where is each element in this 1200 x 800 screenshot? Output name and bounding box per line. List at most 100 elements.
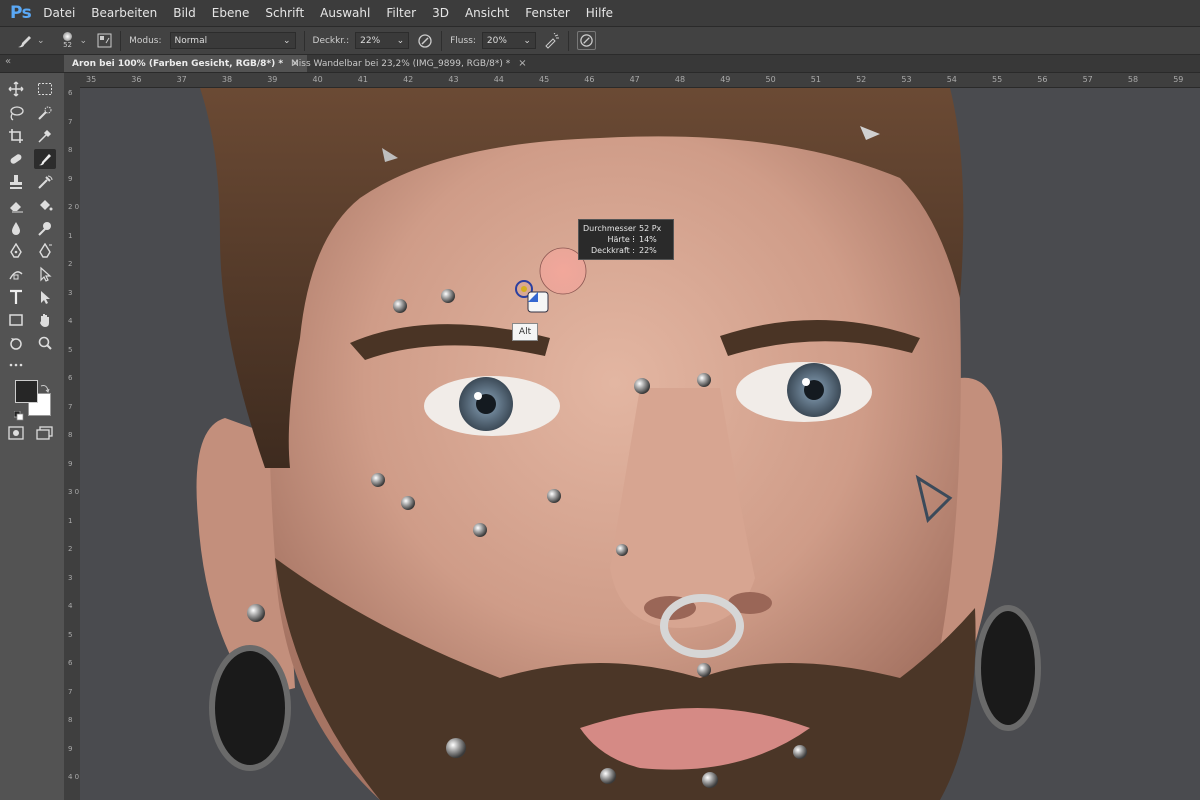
deckkraft-input[interactable]: 22% ⌄: [355, 32, 410, 49]
brush-icon[interactable]: [34, 149, 56, 169]
eyedropper-icon[interactable]: [34, 126, 56, 146]
brush-tip-icon: [63, 32, 73, 41]
pressure-opacity-icon[interactable]: [417, 33, 433, 49]
ruler-tick: 3 0: [68, 488, 80, 496]
ruler-tick: 45: [539, 75, 550, 84]
brush-panel-toggle-icon[interactable]: [97, 33, 112, 48]
ruler-tick: 49: [720, 75, 731, 84]
ruler-tick: 48: [674, 75, 686, 84]
default-colors-icon[interactable]: [13, 406, 24, 421]
blur-icon[interactable]: [5, 218, 27, 238]
opacity-value: 22%: [639, 246, 657, 255]
bucket-icon[interactable]: [34, 195, 56, 215]
ruler-tick: 6: [68, 374, 73, 382]
marquee-icon[interactable]: [34, 79, 56, 99]
tab-aron[interactable]: Aron bei 100% (Farben Gesicht, RGB/8*) *…: [64, 55, 308, 72]
menu-bearbeiten[interactable]: Bearbeiten: [91, 6, 157, 20]
chevron-down-icon: ⌄: [396, 35, 405, 46]
menu-hilfe[interactable]: Hilfe: [586, 6, 613, 20]
menu-schrift[interactable]: Schrift: [265, 6, 304, 20]
path-icon[interactable]: [5, 264, 27, 284]
dodge-icon[interactable]: [34, 218, 56, 238]
ruler-tick: 6: [68, 659, 73, 667]
fluss-label: Fluss:: [450, 35, 476, 46]
move-icon[interactable]: [5, 79, 27, 99]
collapse-panel-icon[interactable]: «: [5, 56, 11, 67]
ruler-tick: 6: [68, 89, 73, 97]
crop-icon[interactable]: [5, 126, 27, 146]
lasso-icon[interactable]: [5, 103, 27, 123]
ruler-tick: 2: [68, 545, 73, 553]
hand-icon[interactable]: [34, 310, 56, 330]
portrait-photo: [80, 88, 1200, 800]
ruler-tick: 57: [1082, 75, 1093, 84]
ruler-tick: 2: [68, 260, 73, 268]
menu-fenster[interactable]: Fenster: [525, 6, 570, 20]
brush-tool-icon[interactable]: [16, 33, 34, 49]
rotate-view-icon[interactable]: [5, 333, 27, 353]
ruler-tick: 38: [221, 75, 233, 84]
menu-bild[interactable]: Bild: [173, 6, 196, 20]
brush-preset-picker[interactable]: 52: [59, 32, 77, 49]
ruler-tick: 9: [68, 744, 73, 753]
pen-icon[interactable]: [5, 241, 27, 261]
brush-picker-chevron-icon[interactable]: ⌄: [80, 36, 88, 46]
close-icon[interactable]: ×: [518, 58, 526, 69]
ruler-tick: 3: [68, 573, 73, 582]
quickmask-icon[interactable]: [5, 423, 27, 443]
options-separator: [120, 30, 122, 51]
modus-value: Normal: [174, 35, 208, 46]
ruler-tick: 39: [267, 75, 278, 84]
ruler-tick: 35: [86, 75, 97, 84]
ruler-tick: 4: [68, 602, 73, 610]
rectangle-icon[interactable]: [5, 310, 27, 330]
ruler-tick: 5: [68, 345, 73, 354]
swap-colors-icon[interactable]: [40, 378, 50, 393]
tool-preset-chevron-icon[interactable]: ⌄: [37, 36, 45, 46]
options-separator: [567, 30, 569, 51]
menu-filter[interactable]: Filter: [386, 6, 416, 20]
menu-bar: Ps Datei Bearbeiten Bild Ebene Schrift A…: [0, 0, 1200, 27]
foreground-color-swatch[interactable]: [15, 380, 38, 403]
ruler-tick: 3: [68, 288, 73, 297]
path-select-icon[interactable]: [34, 287, 56, 307]
pressure-size-icon[interactable]: [576, 31, 596, 50]
menu-datei[interactable]: Datei: [43, 6, 75, 20]
options-bar: ⌄ 52 ⌄ Modus: Normal ⌄ Deckkr.: 22% ⌄ Fl…: [0, 27, 1200, 55]
quick-select-icon[interactable]: [34, 103, 56, 123]
ruler-tick: 52: [856, 75, 867, 84]
chevron-down-icon: ⌄: [282, 35, 291, 46]
ruler-tick: 4 0: [68, 773, 80, 781]
document-canvas[interactable]: Durchmesser :52 Px Härte :14% Deckkraft …: [80, 88, 1200, 800]
left-ear-tunnel: [209, 645, 291, 771]
options-separator: [303, 30, 305, 51]
freeform-pen-icon[interactable]: [34, 241, 56, 261]
type-icon[interactable]: [5, 287, 27, 307]
history-brush-icon[interactable]: [34, 172, 56, 192]
opacity-label: Deckkraft :: [591, 246, 635, 255]
healing-icon[interactable]: [5, 149, 27, 169]
menu-auswahl[interactable]: Auswahl: [320, 6, 370, 20]
stamp-icon[interactable]: [5, 172, 27, 192]
menu-3d[interactable]: 3D: [432, 6, 449, 20]
ruler-tick: 5: [68, 630, 73, 639]
menu-ansicht[interactable]: Ansicht: [465, 6, 509, 20]
screenmode-icon[interactable]: [34, 423, 56, 443]
tab-miss-wandelbar[interactable]: Miss Wandelbar bei 23,2% (IMG_9899, RGB/…: [283, 55, 535, 72]
ruler-tick: 9: [68, 459, 73, 468]
airbrush-icon[interactable]: [544, 32, 560, 49]
deckkraft-value: 22%: [360, 35, 381, 46]
tab-label: Miss Wandelbar bei 23,2% (IMG_9899, RGB/…: [291, 58, 511, 69]
ruler-tick: 53: [901, 75, 912, 84]
eraser-icon[interactable]: [5, 195, 27, 215]
right-ear-tunnel: [975, 605, 1041, 731]
modus-select[interactable]: Normal ⌄: [169, 32, 296, 49]
fluss-input[interactable]: 20% ⌄: [481, 32, 536, 49]
modus-label: Modus:: [129, 35, 162, 46]
more-icon[interactable]: [5, 355, 27, 375]
brush-info-tooltip: Durchmesser :52 Px Härte :14% Deckkraft …: [578, 219, 674, 260]
direct-select-icon[interactable]: [34, 264, 56, 284]
menu-ebene[interactable]: Ebene: [212, 6, 250, 20]
zoom-icon[interactable]: [34, 333, 56, 353]
ruler-tick: 47: [629, 75, 640, 84]
